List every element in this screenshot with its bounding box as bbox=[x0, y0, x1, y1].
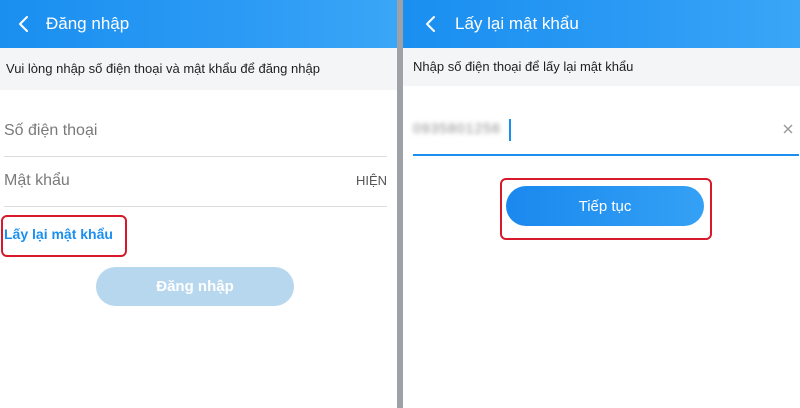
login-screen: Đăng nhập Vui lòng nhập số điện thoại và… bbox=[0, 0, 397, 408]
phone-field bbox=[4, 108, 387, 157]
phone-value: 0935801256 bbox=[413, 120, 501, 136]
instruction-bar: Vui lòng nhập số điện thoại và mật khẩu … bbox=[0, 48, 397, 90]
password-input[interactable] bbox=[4, 168, 334, 194]
text-caret bbox=[509, 119, 511, 141]
forgot-password-link[interactable]: Lấy lại mật khẩu bbox=[4, 226, 113, 242]
instruction-text: Vui lòng nhập số điện thoại và mật khẩu … bbox=[6, 61, 320, 76]
instruction-text: Nhập số điện thoại để lấy lại mật khẩu bbox=[413, 59, 634, 74]
header-bar: Lấy lại mật khẩu bbox=[403, 0, 800, 48]
close-icon[interactable] bbox=[781, 122, 795, 136]
show-password-toggle[interactable]: HIỆN bbox=[356, 173, 387, 188]
phone-field[interactable]: 0935801256 bbox=[413, 108, 799, 156]
phone-input[interactable] bbox=[4, 118, 334, 144]
password-field: HIỆN bbox=[4, 158, 387, 207]
login-button[interactable]: Đăng nhập bbox=[96, 267, 294, 306]
header-bar: Đăng nhập bbox=[0, 0, 397, 48]
chevron-left-icon[interactable] bbox=[421, 14, 441, 34]
continue-button[interactable]: Tiếp tục bbox=[506, 186, 704, 226]
chevron-left-icon[interactable] bbox=[14, 14, 34, 34]
page-title: Đăng nhập bbox=[46, 14, 130, 33]
recover-password-screen: Lấy lại mật khẩu Nhập số điện thoại để l… bbox=[403, 0, 800, 408]
instruction-bar: Nhập số điện thoại để lấy lại mật khẩu bbox=[403, 48, 800, 86]
page-title: Lấy lại mật khẩu bbox=[455, 14, 579, 33]
